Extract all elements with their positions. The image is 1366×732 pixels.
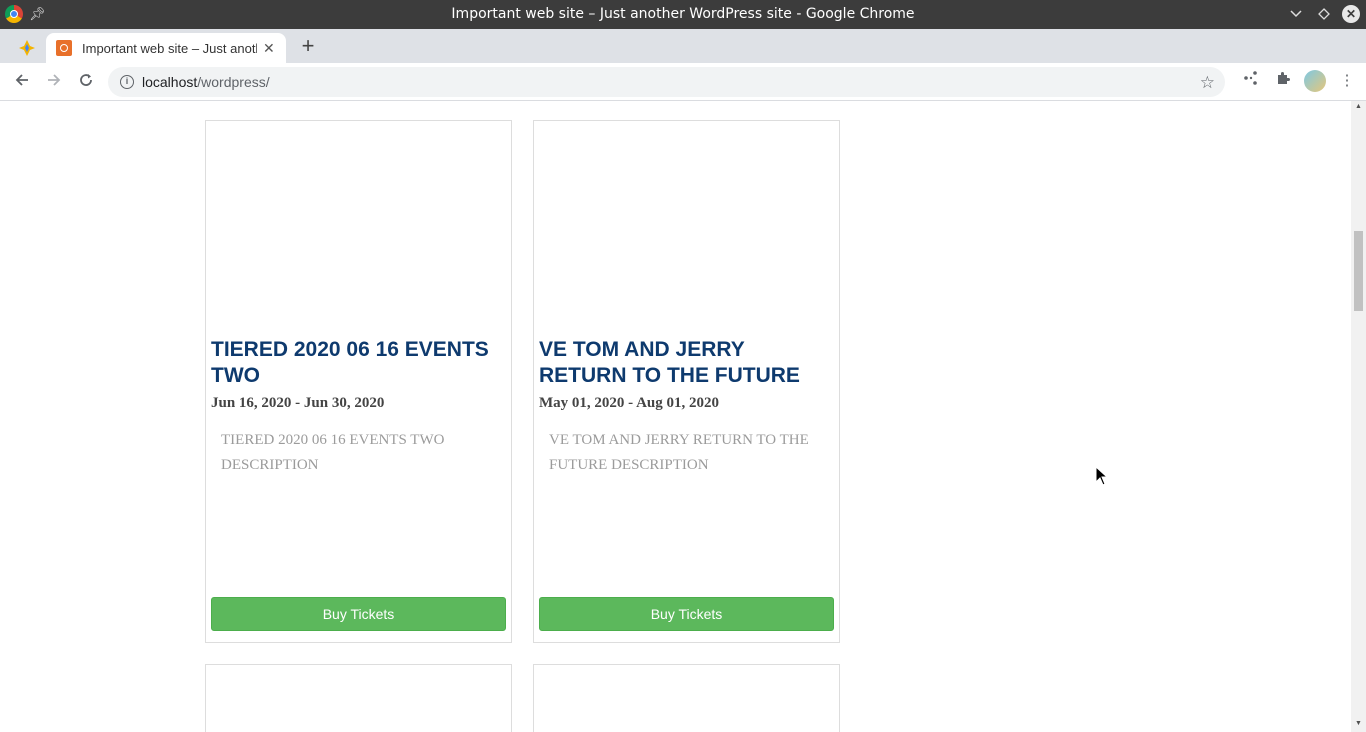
- scroll-thumb[interactable]: [1354, 231, 1363, 311]
- scroll-up-icon[interactable]: ▲: [1354, 103, 1363, 113]
- event-title[interactable]: TIERED 2020 06 16 EVENTS TWO: [206, 337, 511, 389]
- event-description: VE TOM AND JERRY RETURN TO THE FUTURE DE…: [549, 432, 809, 473]
- event-card: VE TOM AND JERRY RETURN TO THE FUTURE Ma…: [533, 120, 840, 643]
- event-card: [533, 664, 840, 732]
- pinned-tab-icon: [19, 40, 35, 56]
- minimize-icon[interactable]: [1286, 4, 1306, 24]
- profile-avatar[interactable]: [1304, 70, 1326, 92]
- extensions-icon[interactable]: [1272, 70, 1294, 92]
- event-title[interactable]: VE TOM AND JERRY RETURN TO THE FUTURE: [534, 337, 839, 389]
- tab-title: Important web site – Just another WordPr…: [82, 40, 257, 56]
- maximize-icon[interactable]: [1314, 4, 1334, 24]
- mouse-cursor-icon: [1095, 466, 1109, 486]
- info-icon[interactable]: i: [120, 75, 134, 89]
- tab-close-icon[interactable]: ✕: [263, 40, 275, 57]
- new-tab-button[interactable]: +: [296, 35, 320, 59]
- tab-strip: Important web site – Just another WordPr…: [0, 29, 1366, 63]
- buy-tickets-button[interactable]: Buy Tickets: [211, 597, 506, 631]
- browser-toolbar: i localhost/wordpress/ ☆ ⋮: [0, 63, 1366, 101]
- close-icon[interactable]: ✕: [1342, 5, 1360, 23]
- media-icon[interactable]: [1240, 70, 1262, 92]
- address-bar[interactable]: i localhost/wordpress/ ☆: [108, 67, 1225, 97]
- event-image: [534, 121, 839, 337]
- window-titlebar: 📌︎ Important web site – Just another Wor…: [0, 0, 1366, 29]
- event-date: May 01, 2020 - Aug 01, 2020: [539, 395, 719, 411]
- event-description: TIERED 2020 06 16 EVENTS TWO DESCRIPTION: [221, 432, 445, 473]
- event-card: TIERED 2020 06 16 EVENTS TWO Jun 16, 202…: [205, 120, 512, 643]
- scroll-down-icon[interactable]: ▼: [1354, 720, 1363, 730]
- event-card: [205, 664, 512, 732]
- buy-tickets-button[interactable]: Buy Tickets: [539, 597, 834, 631]
- pinned-tab[interactable]: [8, 33, 46, 63]
- url-path: /wordpress/: [197, 74, 270, 90]
- page-viewport: TIERED 2020 06 16 EVENTS TWO Jun 16, 202…: [0, 101, 1351, 732]
- window-title: Important web site – Just another WordPr…: [451, 6, 915, 22]
- url-host: localhost: [142, 74, 198, 90]
- event-image: [206, 121, 511, 337]
- tab-active[interactable]: Important web site – Just another WordPr…: [46, 33, 286, 63]
- star-icon[interactable]: ☆: [1200, 73, 1215, 93]
- reload-icon[interactable]: [74, 70, 98, 94]
- event-date: Jun 16, 2020 - Jun 30, 2020: [211, 395, 385, 411]
- back-icon[interactable]: [10, 70, 34, 94]
- forward-icon[interactable]: [42, 70, 66, 94]
- site-favicon-icon: [56, 40, 72, 56]
- page-scrollbar[interactable]: ▲ ▼: [1351, 101, 1366, 732]
- menu-icon[interactable]: ⋮: [1336, 70, 1358, 92]
